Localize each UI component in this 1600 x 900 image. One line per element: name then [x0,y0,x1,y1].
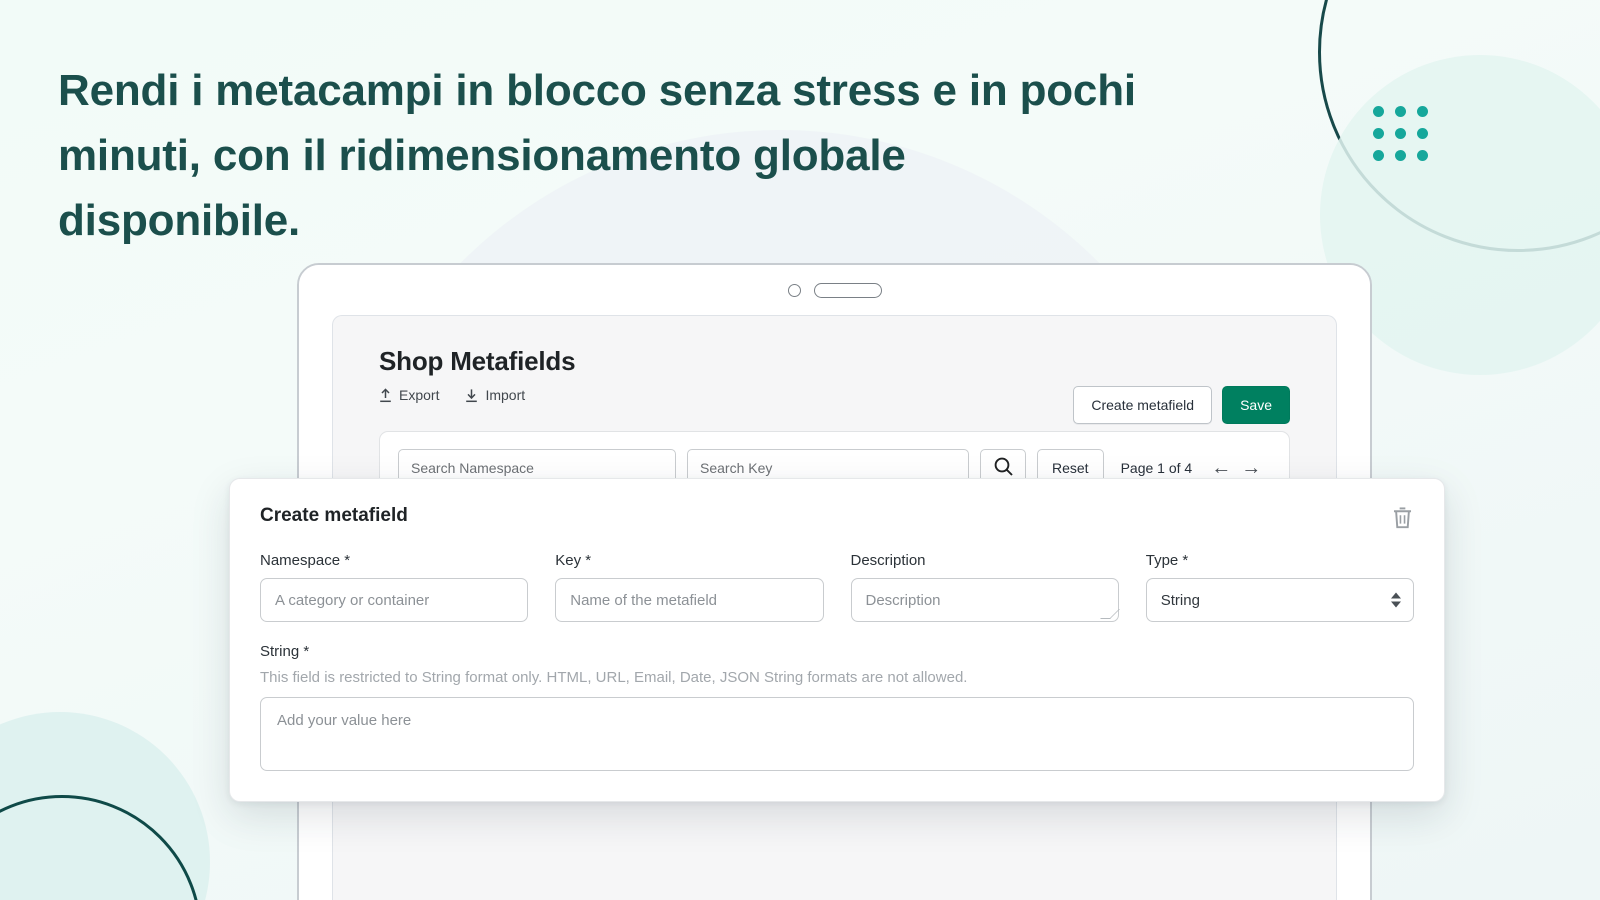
hero-headline: Rendi i metacampi in blocco senza stress… [58,66,1136,245]
page-title: Shop Metafields [379,346,576,376]
type-label: Type * [1145,552,1189,569]
trash-icon [1391,507,1414,533]
description-input[interactable]: Description [850,578,1119,622]
save-button[interactable]: Save [1222,386,1290,424]
key-label: Key * [555,552,592,569]
export-label: Export [399,387,440,403]
create-metafield-card: Create metafield Namespace * A category … [230,479,1444,801]
value-label: String * [260,643,310,660]
import-label: Import [485,387,526,403]
value-section: String * This field is restricted to Str… [260,643,1414,771]
promo-slide: Rendi i metacampi in blocco senza stress… [0,0,1600,900]
next-page-button[interactable]: → [1241,458,1261,478]
pagination-controls: ← → [1211,458,1261,478]
tablet-bezel [299,265,1370,315]
field-key: Key * Name of the metafield [555,552,824,622]
camera-icon [787,283,801,297]
field-type: Type * String [1145,552,1414,622]
modal-title: Create metafield [260,505,408,526]
description-textarea-wrap: Description [850,578,1119,622]
create-metafield-modal: Create metafield Namespace * A category … [229,478,1445,802]
value-textarea[interactable]: Add your value here [260,697,1414,771]
namespace-label: Namespace * [260,552,351,569]
value-help-text: This field is restricted to String forma… [260,669,968,686]
create-metafield-button[interactable]: Create metafield [1073,386,1213,424]
search-icon [993,456,1014,480]
type-select[interactable]: String [1145,578,1414,622]
modal-field-grid: Namespace * A category or container Key … [260,552,1414,622]
header-action-buttons: Create metafield Save [1073,386,1290,424]
dot-grid-decoration [1373,106,1428,161]
modal-header: Create metafield [260,505,1414,530]
key-input[interactable]: Name of the metafield [555,578,824,622]
export-button[interactable]: Export [379,387,439,403]
upload-arrow-icon [379,387,392,403]
pagination-label: Page 1 of 4 [1120,460,1193,476]
delete-metafield-button[interactable] [1391,505,1414,530]
download-arrow-icon [465,388,478,403]
type-select-wrap: String [1145,578,1414,622]
previous-page-button[interactable]: ← [1211,458,1231,478]
description-label: Description [850,552,926,569]
speaker-grille-icon [813,282,882,298]
import-button[interactable]: Import [465,387,525,403]
namespace-input[interactable]: A category or container [260,578,529,622]
field-namespace: Namespace * A category or container [260,552,529,622]
field-description: Description Description [850,552,1119,622]
